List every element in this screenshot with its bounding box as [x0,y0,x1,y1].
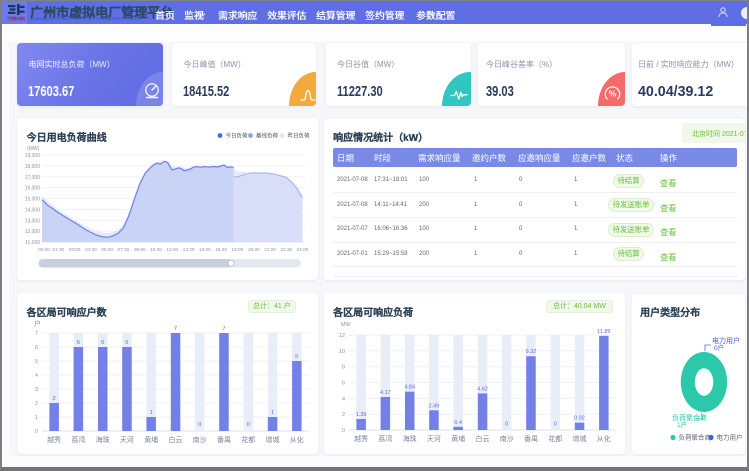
svg-text:11,000: 11,000 [25,240,40,246]
svg-text:18:00: 18:00 [232,247,244,252]
svg-text:13,000: 13,000 [25,218,41,224]
svg-text:番禺: 番禺 [524,435,538,443]
svg-text:03:00: 03:00 [69,247,81,252]
svg-text:09:00: 09:00 [134,247,146,252]
svg-text:5: 5 [295,354,298,360]
svg-text:负荷聚合商: 负荷聚合商 [672,413,707,422]
svg-text:0户: 0户 [714,343,724,352]
svg-text:6: 6 [35,345,38,351]
svg-text:12:00: 12:00 [166,247,178,252]
svg-text:3: 3 [35,387,38,393]
svg-text:海珠: 海珠 [96,435,110,444]
svg-text:07:30: 07:30 [118,247,130,252]
svg-text:10:30: 10:30 [150,247,162,252]
svg-text:基线负荷: 基线负荷 [256,132,279,140]
svg-text:11.89: 11.89 [597,329,610,335]
svg-text:4.62: 4.62 [477,386,488,392]
svg-text:%: % [609,89,617,99]
svg-text:越秀: 越秀 [354,434,368,443]
svg-text:荔湾: 荔湾 [71,435,85,444]
svg-text:天河: 天河 [120,436,134,444]
svg-text:海珠: 海珠 [403,434,417,443]
svg-text:17,000: 17,000 [25,175,41,181]
svg-text:南沙: 南沙 [500,434,514,443]
svg-text:电力用户: 电力用户 [712,336,740,345]
svg-text:13:30: 13:30 [183,247,195,252]
svg-text:24:00: 24:00 [297,247,309,252]
svg-text:MW: MW [341,322,351,328]
svg-text:9.32: 9.32 [526,349,537,355]
svg-text:增城: 增城 [266,435,280,444]
svg-text:从化: 从化 [597,434,611,443]
svg-text:负荷聚合商: 负荷聚合商 [679,433,712,442]
svg-text:电力用户: 电力用户 [717,433,743,442]
svg-text:2.49: 2.49 [429,403,440,409]
svg-text:12: 12 [339,333,345,339]
svg-text:4: 4 [35,373,38,379]
svg-text:南沙: 南沙 [193,435,207,444]
svg-text:0: 0 [505,422,508,428]
svg-text:黄埔: 黄埔 [451,434,465,443]
svg-text:12,000: 12,000 [25,229,41,235]
svg-text:18,000: 18,000 [25,164,41,170]
svg-text:14,000: 14,000 [25,207,41,213]
svg-text:6: 6 [101,340,104,346]
svg-text:7: 7 [222,326,225,332]
svg-text:0: 0 [342,428,345,434]
svg-text:6: 6 [342,381,345,387]
svg-text:10: 10 [339,349,345,355]
svg-text:04:30: 04:30 [85,247,97,252]
svg-text:越秀: 越秀 [47,435,61,444]
svg-text:今日负荷: 今日负荷 [226,132,249,140]
svg-text:7: 7 [174,326,177,332]
svg-text:(MW): (MW) [27,146,40,152]
svg-text:1: 1 [271,410,274,416]
svg-text:1: 1 [35,415,38,421]
svg-text:1: 1 [150,410,153,416]
svg-text:15:00: 15:00 [199,247,211,252]
svg-text:4: 4 [342,396,345,402]
svg-text:0.4: 0.4 [454,420,462,426]
svg-text:从化: 从化 [290,435,304,444]
svg-text:黄埔: 黄埔 [144,435,158,444]
svg-text:白云: 白云 [476,434,490,443]
svg-text:06:00: 06:00 [101,247,113,252]
svg-text:0: 0 [247,422,250,428]
svg-text:16,000: 16,000 [25,186,41,192]
svg-text:番禺: 番禺 [217,436,231,444]
svg-text:户: 户 [34,319,41,328]
svg-text:荔湾: 荔湾 [378,434,392,443]
svg-text:19:30: 19:30 [248,247,260,252]
svg-text:15,000: 15,000 [25,197,41,203]
svg-text:0: 0 [198,422,201,428]
svg-text:中国南方电网: 中国南方电网 [7,16,25,21]
svg-text:4.84: 4.84 [404,385,415,391]
svg-text:天河: 天河 [427,435,441,443]
svg-text:7: 7 [35,331,38,337]
svg-text:昨日负荷: 昨日负荷 [288,132,311,140]
svg-text:4.17: 4.17 [380,390,391,396]
svg-text:21:00: 21:00 [264,247,276,252]
svg-text:6: 6 [125,340,128,346]
svg-text:2: 2 [52,396,55,402]
svg-text:8: 8 [342,365,345,371]
svg-text:增城: 增城 [573,434,587,443]
svg-text:0: 0 [35,429,38,435]
svg-text:5: 5 [35,359,38,365]
svg-text:22:30: 22:30 [280,247,292,252]
svg-text:1户: 1户 [677,420,687,429]
svg-text:1.39: 1.39 [356,412,367,418]
svg-text:0.92: 0.92 [574,416,585,422]
svg-text:00:00: 00:00 [38,247,50,252]
svg-text:花都: 花都 [241,435,255,444]
svg-text:白云: 白云 [169,435,183,444]
svg-text:0: 0 [554,422,557,428]
svg-text:01:30: 01:30 [52,247,64,252]
svg-text:2: 2 [342,412,345,418]
svg-text:16:30: 16:30 [215,247,227,252]
svg-text:花都: 花都 [548,434,562,443]
svg-text:19,000: 19,000 [25,153,41,159]
svg-text:6: 6 [77,340,80,346]
svg-text:2: 2 [35,401,38,407]
